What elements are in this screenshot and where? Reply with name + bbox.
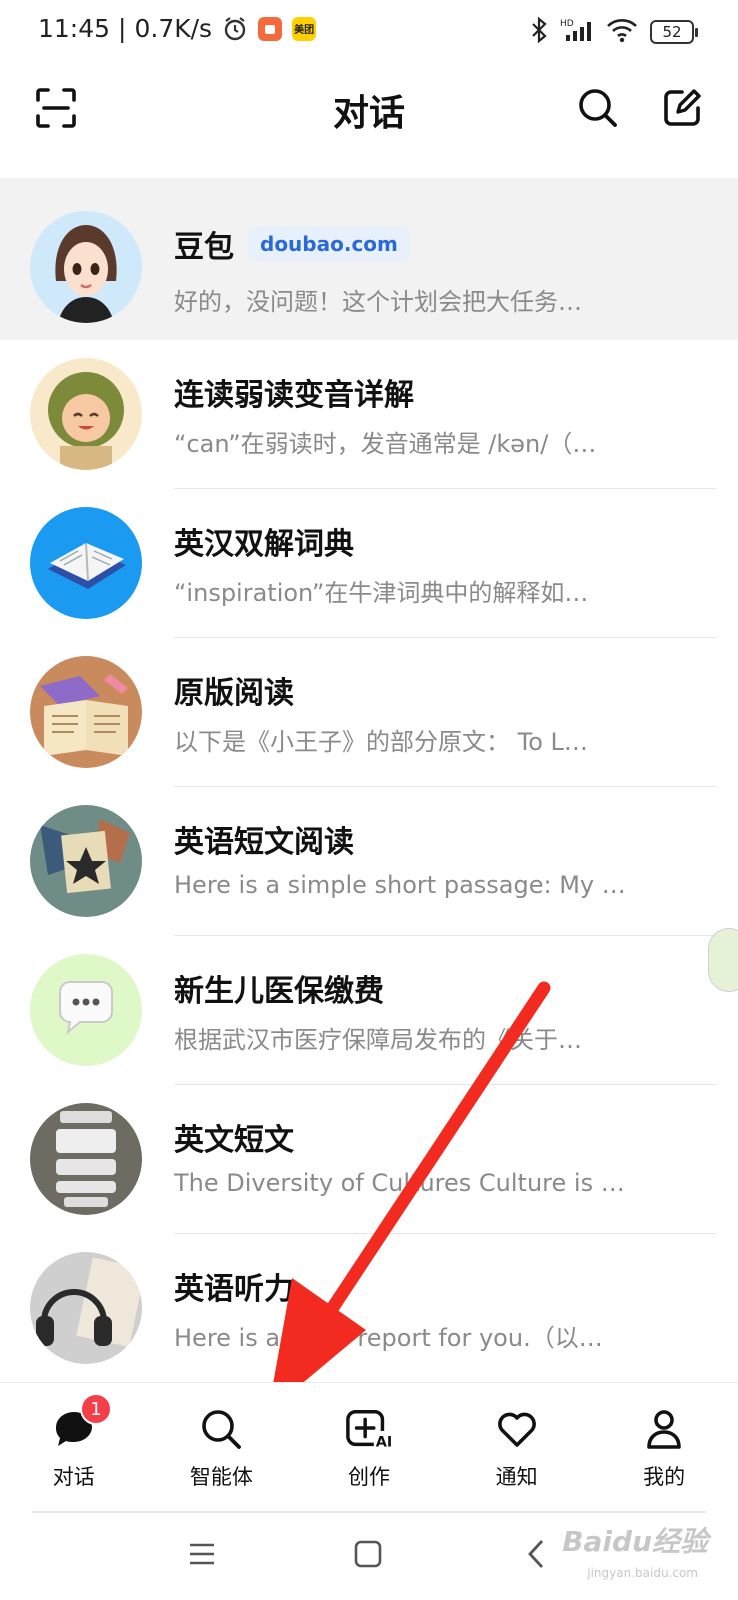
tab-agents[interactable]: 智能体 <box>148 1383 296 1514</box>
wifi-icon <box>606 17 638 47</box>
conversation-preview: Here is a news report for you.（以… <box>174 1324 603 1352</box>
conversation-preview: Here is a simple short passage: My … <box>174 871 626 899</box>
search-icon <box>577 87 619 133</box>
tab-label: 我的 <box>643 1465 686 1489</box>
avatar-english-essay <box>30 1103 142 1215</box>
edit-icon <box>662 88 702 132</box>
conversation-title: 英文短文 <box>174 1123 294 1158</box>
conversation-preview: The Diversity of Cultures Culture is … <box>174 1169 625 1197</box>
svg-text:HD: HD <box>560 19 574 29</box>
app-header: 对话 <box>0 64 738 176</box>
conversation-title: 新生儿医保缴费 <box>174 974 384 1009</box>
avatar-listening <box>30 1252 142 1364</box>
avatar-doubao <box>30 211 142 323</box>
tab-label: 对话 <box>52 1465 95 1489</box>
conversation-preview: “inspiration”在牛津词典中的解释如… <box>174 579 589 607</box>
network-speed: 0.7K/s <box>134 14 213 43</box>
tab-notifications[interactable]: 通知 <box>443 1383 591 1514</box>
search-icon <box>197 1405 245 1453</box>
conversation-item-dictionary[interactable]: 英汉双解词典 “inspiration”在牛津词典中的解释如… <box>0 489 738 638</box>
back-chevron-icon <box>526 1539 546 1573</box>
conversation-title: 英语听力 <box>174 1272 294 1307</box>
conversation-item-doubao[interactable]: 豆包 doubao.com 好的，没问题！这个计划会把大任务… <box>0 178 738 340</box>
conversation-title: 原版阅读 <box>174 676 294 711</box>
conversation-item-short-reading[interactable]: 英语短文阅读 Here is a simple short passage: M… <box>0 787 738 936</box>
tab-label: 创作 <box>347 1465 390 1489</box>
watermark-url: jingyan.baidu.com <box>587 1566 698 1580</box>
avatar-medical-insurance <box>30 954 142 1066</box>
bottom-nav: 1 对话 智能体 AI 创作 通知 我的 <box>0 1382 738 1514</box>
avatar-short-reading <box>30 805 142 917</box>
conversation-preview: 好的，没问题！这个计划会把大任务… <box>174 288 582 316</box>
back-button[interactable] <box>516 1536 556 1576</box>
meituan-app-icon: 美团 <box>292 16 317 41</box>
watermark-brand: Baidu经验 <box>562 1525 708 1558</box>
nav-divider <box>32 1511 706 1513</box>
home-square-icon <box>354 1540 382 1572</box>
signal-icon: HD <box>560 17 594 47</box>
status-bar: 11:45 | 0.7K/s 美团 HD 52 <box>0 0 738 64</box>
conversation-preview: 根据武汉市医疗保障局发布的《关于… <box>174 1026 582 1054</box>
conversation-item-liaison[interactable]: 连读弱读变音详解 “can”在弱读时，发音通常是 /kən/（… <box>0 340 738 489</box>
create-ai-icon: AI <box>345 1405 393 1453</box>
conversation-preview: 以下是《小王子》的部分原文： To L… <box>174 728 588 756</box>
conversation-title-text: 豆包 <box>174 230 234 265</box>
conversation-title: 豆包 doubao.com <box>174 222 410 266</box>
user-icon <box>640 1405 688 1453</box>
search-button[interactable] <box>574 86 622 134</box>
heart-icon <box>493 1405 541 1453</box>
home-button[interactable] <box>348 1536 388 1576</box>
status-separator: | <box>118 14 127 43</box>
conversation-title: 英语短文阅读 <box>174 825 354 860</box>
alarm-icon <box>222 16 248 42</box>
conversation-item-original-reading[interactable]: 原版阅读 以下是《小王子》的部分原文： To L… <box>0 638 738 787</box>
floating-assistant-bubble[interactable] <box>708 928 738 992</box>
status-left: 11:45 | 0.7K/s 美团 <box>38 14 317 43</box>
tab-profile[interactable]: 我的 <box>590 1383 738 1514</box>
new-chat-button[interactable] <box>658 86 706 134</box>
conversation-title: 英汉双解词典 <box>174 527 354 562</box>
tab-chat[interactable]: 1 对话 <box>0 1383 148 1514</box>
conversation-preview: “can”在弱读时，发音通常是 /kən/（… <box>174 430 597 458</box>
notification-app-icon <box>258 16 283 41</box>
unread-badge: 1 <box>80 1393 112 1425</box>
battery-indicator: 52 <box>650 20 698 44</box>
tab-label: 智能体 <box>189 1465 253 1489</box>
conversation-title: 连读弱读变音详解 <box>174 378 414 413</box>
menu-icon <box>188 1541 216 1571</box>
tab-label: 通知 <box>495 1465 538 1489</box>
avatar-liaison <box>30 358 142 470</box>
status-time: 11:45 <box>38 14 111 43</box>
avatar-original-reading <box>30 656 142 768</box>
svg-text:AI: AI <box>376 1434 393 1450</box>
conversation-list: 豆包 doubao.com 好的，没问题！这个计划会把大任务… 连读弱读变音详解… <box>0 178 738 1383</box>
status-right: HD 52 <box>530 16 698 48</box>
conversation-item-listening[interactable]: 英语听力 Here is a news report for you.（以… <box>0 1234 738 1383</box>
page-title: 对话 <box>332 93 405 134</box>
domain-badge: doubao.com <box>248 226 410 262</box>
conversation-item-english-essay[interactable]: 英文短文 The Diversity of Cultures Culture i… <box>0 1085 738 1234</box>
bluetooth-icon <box>530 16 548 48</box>
tab-create[interactable]: AI 创作 <box>295 1383 443 1514</box>
avatar-dictionary <box>30 507 142 619</box>
menu-button[interactable] <box>182 1536 222 1576</box>
conversation-item-medical-insurance[interactable]: 新生儿医保缴费 根据武汉市医疗保障局发布的《关于… <box>0 936 738 1085</box>
